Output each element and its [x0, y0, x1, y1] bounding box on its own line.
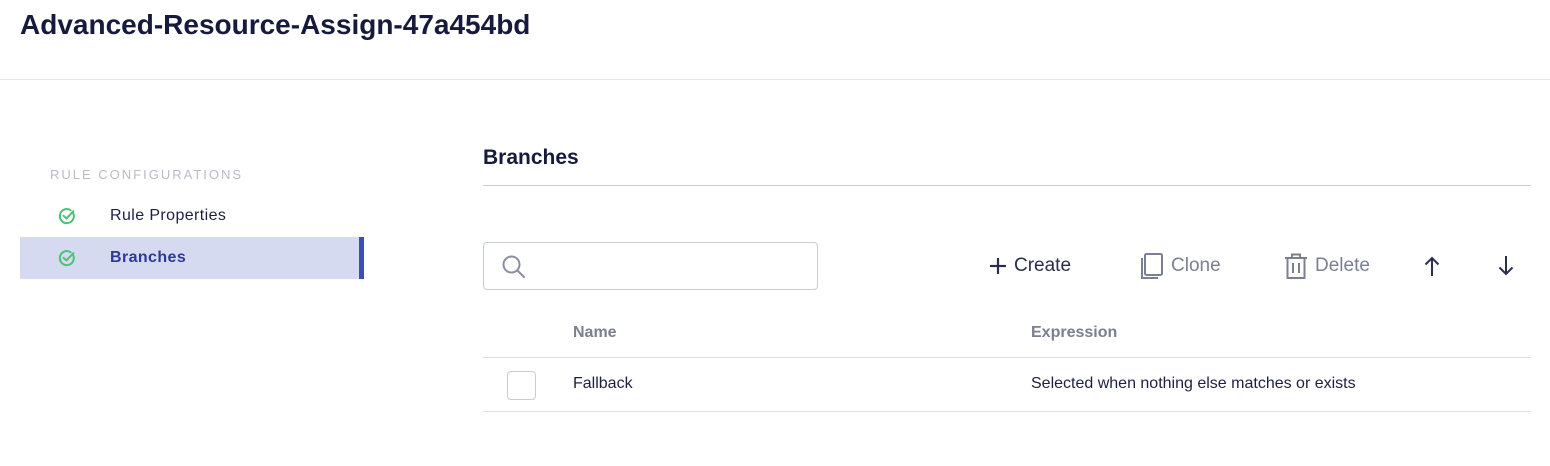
trash-icon — [1285, 253, 1307, 279]
row-expression-cell: Selected when nothing else matches or ex… — [1031, 375, 1356, 392]
delete-button[interactable]: Delete — [1283, 252, 1370, 280]
sidebar-item-rule-properties[interactable]: Rule Properties — [20, 195, 364, 237]
table-row[interactable]: Fallback Selected when nothing else matc… — [483, 358, 1531, 412]
check-circle-icon — [58, 208, 75, 225]
page-title: Advanced-Resource-Assign-47a454bd — [20, 9, 531, 40]
row-name-cell: Fallback — [573, 375, 633, 392]
create-button-label: Create — [1014, 255, 1072, 276]
clone-button[interactable]: Clone — [1139, 252, 1221, 280]
clone-button-label: Clone — [1171, 255, 1221, 276]
move-down-button[interactable] — [1497, 252, 1515, 280]
search-icon — [502, 255, 525, 278]
row-checkbox[interactable] — [507, 371, 536, 400]
sidebar-item-label: Branches — [110, 249, 187, 266]
sidebar-heading: RULE CONFIGURATIONS — [50, 167, 244, 182]
check-circle-icon — [58, 250, 75, 267]
table-header: Name Expression — [483, 310, 1531, 358]
delete-button-label: Delete — [1315, 255, 1370, 276]
column-header-expression[interactable]: Expression — [1031, 324, 1117, 342]
arrow-down-icon — [1498, 256, 1514, 276]
move-up-button[interactable] — [1423, 252, 1441, 280]
sidebar-item-label: Rule Properties — [110, 207, 227, 224]
plus-icon — [990, 258, 1006, 274]
column-header-name[interactable]: Name — [573, 324, 617, 342]
search-field[interactable] — [483, 242, 818, 290]
section-divider — [483, 185, 1531, 186]
sidebar-item-branches[interactable]: Branches — [20, 237, 364, 279]
section-title: Branches — [483, 146, 579, 169]
create-button[interactable]: Create — [988, 252, 1071, 280]
clone-icon — [1141, 253, 1163, 279]
page-header: Advanced-Resource-Assign-47a454bd — [0, 0, 1550, 80]
search-input[interactable] — [534, 251, 808, 283]
arrow-up-icon — [1424, 256, 1440, 276]
